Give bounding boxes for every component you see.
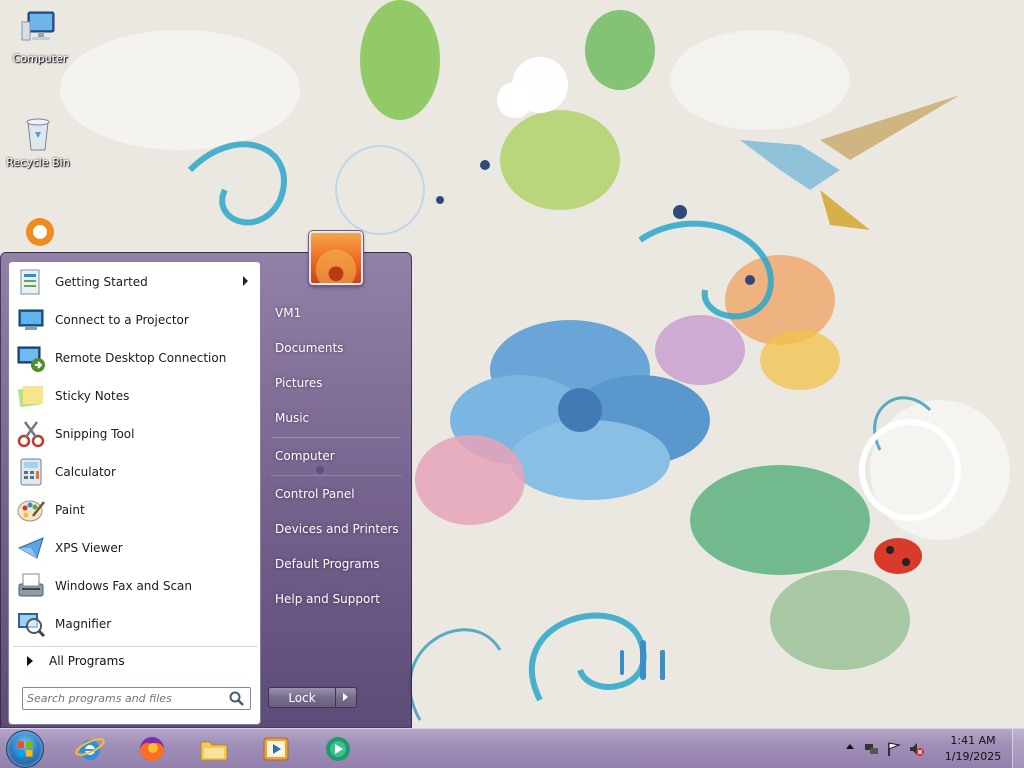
expand-arrow-icon (27, 655, 33, 666)
program-label: Getting Started (55, 275, 148, 289)
program-label: Snipping Tool (55, 427, 135, 441)
program-label: Magnifier (55, 617, 112, 631)
user-picture-tile[interactable] (309, 231, 363, 285)
taskbar-media-player[interactable] (248, 732, 304, 766)
app-ring-icon (26, 218, 54, 246)
program-remote-desktop[interactable]: Remote Desktop Connection (13, 340, 258, 376)
shutdown-options-button[interactable] (336, 687, 357, 708)
right-item-label: Music (275, 411, 310, 425)
calculator-icon (20, 458, 42, 486)
program-snipping-tool[interactable]: Snipping Tool (13, 416, 258, 452)
submenu-arrow-icon (243, 276, 248, 286)
right-item-label: Computer (275, 449, 335, 463)
desktop-icon-partial[interactable] (2, 214, 78, 254)
divider (271, 475, 401, 476)
right-item-label: Default Programs (275, 557, 380, 571)
scissors-icon (17, 421, 45, 448)
program-getting-started[interactable]: Getting Started (13, 264, 258, 300)
right-item-label: Pictures (275, 376, 323, 390)
program-label: Paint (55, 503, 85, 517)
show-desktop-button[interactable] (1012, 729, 1024, 768)
media-player-icon (263, 737, 289, 761)
program-label: Windows Fax and Scan (55, 579, 193, 593)
all-programs-label: All Programs (49, 653, 125, 668)
program-label: Calculator (55, 465, 116, 479)
xps-viewer-icon (17, 537, 44, 559)
projector-icon (18, 309, 44, 330)
program-xps-viewer[interactable]: XPS Viewer (13, 530, 258, 566)
taskbar: 1:41 AM 1/19/2025 (0, 728, 1024, 768)
volume-muted-icon[interactable] (908, 741, 924, 757)
magnifier-icon (18, 613, 46, 638)
default-programs-link[interactable]: Default Programs (269, 549, 405, 579)
getting-started-icon (20, 269, 40, 295)
firefox-icon (140, 737, 164, 761)
program-calculator[interactable]: Calculator (13, 454, 258, 490)
taskbar-file-explorer[interactable] (186, 732, 242, 766)
search-icon[interactable] (228, 690, 246, 708)
desktop-icon-computer[interactable]: Computer (2, 8, 78, 65)
show-hidden-icons-chevron-icon[interactable] (846, 744, 854, 749)
paint-palette-icon (17, 500, 45, 522)
right-item-label: VM1 (275, 306, 302, 320)
program-magnifier[interactable]: Magnifier (13, 606, 258, 642)
file-explorer-icon (200, 741, 228, 761)
right-item-label: Devices and Printers (275, 522, 399, 536)
windows-logo-icon (17, 741, 33, 757)
music-link[interactable]: Music (269, 403, 405, 433)
user-folder-vm1[interactable]: VM1 (269, 298, 405, 328)
pictures-link[interactable]: Pictures (269, 368, 405, 398)
system-tray: 1:41 AM 1/19/2025 (834, 729, 1024, 768)
devices-printers-link[interactable]: Devices and Printers (269, 514, 405, 544)
search-input[interactable] (23, 689, 228, 708)
taskbar-firefox[interactable] (124, 732, 180, 766)
program-label: Remote Desktop Connection (55, 351, 227, 365)
flower-picture-icon (315, 249, 357, 283)
computer-link[interactable]: Computer (269, 441, 405, 471)
help-support-link[interactable]: Help and Support (269, 584, 405, 614)
right-item-label: Documents (275, 341, 344, 355)
recycle-bin-icon (26, 118, 50, 151)
program-paint[interactable]: Paint (13, 492, 258, 528)
computer-icon (21, 11, 55, 41)
program-fax-scan[interactable]: Windows Fax and Scan (13, 568, 258, 604)
divider (271, 437, 401, 438)
lock-button-label: Lock (288, 690, 316, 705)
program-connect-projector[interactable]: Connect to a Projector (13, 302, 258, 338)
control-panel-link[interactable]: Control Panel (269, 479, 405, 509)
clock-time: 1:41 AM (950, 734, 996, 747)
network-icon[interactable] (864, 741, 880, 757)
documents-link[interactable]: Documents (269, 333, 405, 363)
desktop-icon-recycle-bin[interactable]: Recycle Bin (0, 112, 76, 169)
chevron-right-icon (343, 693, 348, 701)
internet-explorer-icon (75, 738, 105, 760)
clock-date: 1/19/2025 (944, 750, 1002, 763)
search-box[interactable] (22, 687, 251, 710)
program-label: Sticky Notes (55, 389, 130, 403)
desktop-icon-label: Computer (12, 52, 68, 65)
all-programs-button[interactable]: All Programs (13, 646, 258, 674)
lock-button[interactable]: Lock (268, 687, 336, 708)
action-center-flag-icon[interactable] (886, 741, 902, 757)
start-button[interactable] (6, 730, 44, 768)
remote-desktop-icon (17, 346, 45, 372)
clock[interactable]: 1:41 AM 1/19/2025 (942, 733, 1004, 765)
right-item-label: Help and Support (275, 592, 380, 606)
program-label: Connect to a Projector (55, 313, 189, 327)
fax-icon (18, 573, 44, 597)
sticky-notes-icon (17, 386, 43, 408)
taskbar-media-center[interactable] (310, 732, 366, 766)
start-menu-programs-pane: Getting Started Connect to a Projector R… (8, 261, 261, 725)
start-menu: Getting Started Connect to a Projector R… (0, 231, 412, 728)
media-center-icon (326, 737, 350, 761)
program-label: XPS Viewer (55, 541, 123, 555)
program-sticky-notes[interactable]: Sticky Notes (13, 378, 258, 414)
right-item-label: Control Panel (275, 487, 355, 501)
desktop-icon-label: Recycle Bin (6, 156, 70, 169)
taskbar-internet-explorer[interactable] (62, 732, 118, 766)
